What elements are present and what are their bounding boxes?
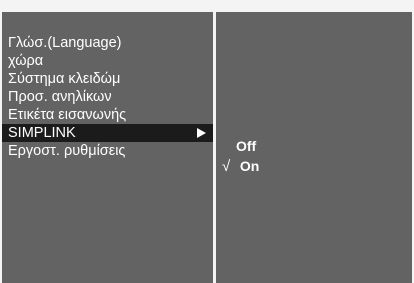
menu-item-label: Προσ. ανηλίκων (8, 89, 112, 105)
menu-item-label: χώρα (8, 53, 44, 69)
submenu-panel: Off √ On (216, 12, 412, 283)
menu-item-label: SIMPLINK (8, 125, 76, 141)
option-on[interactable]: √ On (222, 156, 259, 176)
right-arrow-icon (197, 128, 206, 138)
main-menu-panel: Γλώσ.(Language) χώρα Σύστημα κλειδώμ Προ… (2, 12, 213, 283)
menu-item-factory-reset[interactable]: Εργοστ. ρυθμίσεις (2, 142, 213, 160)
menu-item-input-label[interactable]: Ετικέτα εισανωνής (2, 106, 213, 124)
option-label: Off (236, 138, 257, 154)
menu-item-country[interactable]: χώρα (2, 52, 213, 70)
menu-item-lock-system[interactable]: Σύστημα κλειδώμ (2, 70, 213, 88)
main-menu-list: Γλώσ.(Language) χώρα Σύστημα κλειδώμ Προ… (2, 34, 213, 160)
option-off[interactable]: Off (222, 136, 259, 156)
simplink-options: Off √ On (222, 136, 259, 176)
menu-item-label: Εργοστ. ρυθμίσεις (8, 143, 126, 159)
tv-osd-menu: Γλώσ.(Language) χώρα Σύστημα κλειδώμ Προ… (0, 0, 414, 283)
menu-item-simplink[interactable]: SIMPLINK (2, 124, 213, 142)
menu-item-label: Γλώσ.(Language) (8, 35, 122, 51)
menu-item-label: Σύστημα κλειδώμ (8, 71, 121, 87)
option-label: On (239, 158, 260, 174)
menu-item-language[interactable]: Γλώσ.(Language) (2, 34, 213, 52)
menu-item-parental-guidance[interactable]: Προσ. ανηλίκων (2, 88, 213, 106)
menu-item-label: Ετικέτα εισανωνής (8, 107, 127, 123)
check-icon: √ (222, 158, 231, 175)
